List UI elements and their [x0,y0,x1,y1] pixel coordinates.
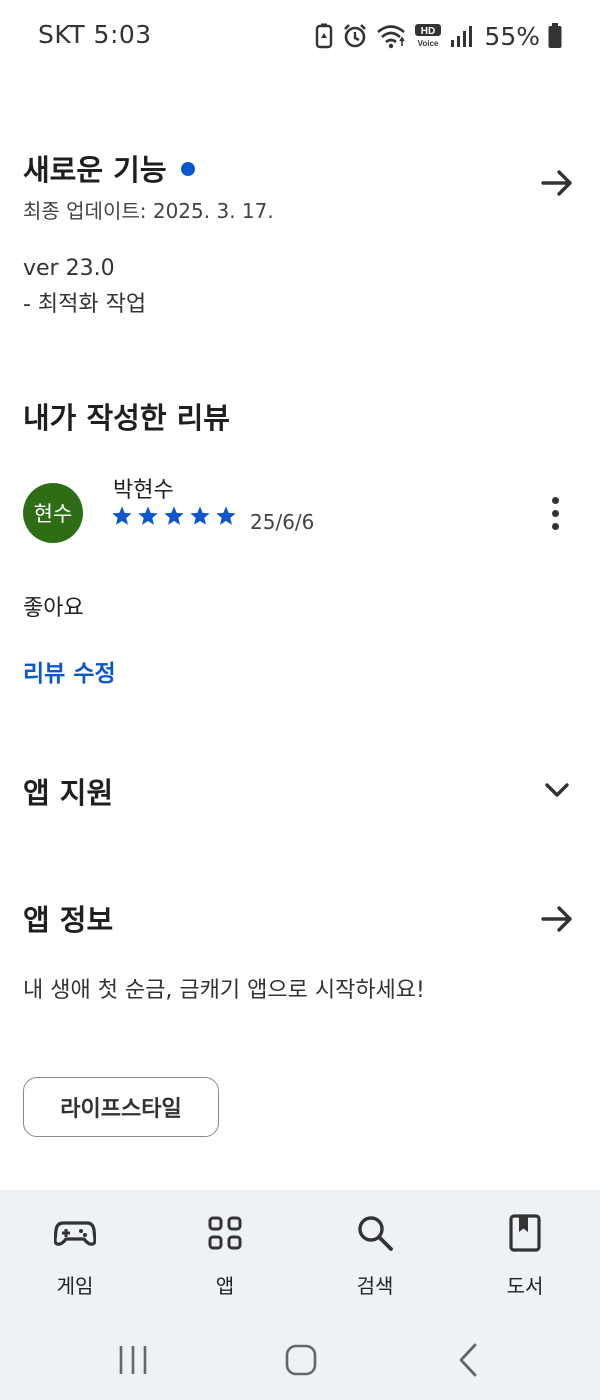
recent-apps-icon[interactable] [108,1338,158,1382]
nav-label-search: 검색 [356,1274,394,1298]
nav-item-search[interactable]: 검색 [320,1190,430,1320]
more-options-icon[interactable] [540,493,570,533]
version-text: ver 23.0 [23,256,115,281]
star-icon [164,506,184,525]
status-bar: SKT 5:03 HD Voice 55% [0,0,600,76]
search-icon [358,1216,393,1251]
arrow-right-icon[interactable] [537,899,577,939]
last-updated: 최종 업데이트: 2025. 3. 17. [23,199,274,223]
whats-new-title: 새로운 기능 [23,153,167,187]
book-icon [509,1214,541,1252]
nav-item-apps[interactable]: 앱 [170,1190,280,1320]
battery-icon [548,23,562,48]
app-info-title: 앱 정보 [23,903,114,937]
svg-text:Voice: Voice [418,39,439,48]
new-indicator-dot [180,162,195,176]
app-support-header[interactable]: 앱 지원 [23,770,577,814]
star-icon [138,506,158,525]
reviewer-name: 박현수 [113,478,174,503]
star-rating [111,505,237,527]
nav-label-games: 게임 [56,1274,94,1298]
review-text: 좋아요 [23,596,84,621]
app-info-header[interactable]: 앱 정보 [23,897,577,941]
arrow-right-icon[interactable] [537,163,577,203]
alarm-icon [344,24,367,48]
review-date: 25/6/6 [250,510,315,534]
wifi-icon [377,25,406,49]
system-navigation-bar [0,1320,600,1400]
back-icon[interactable] [444,1338,494,1382]
battery-saver-icon [316,23,333,49]
status-icons: HD Voice 55% [314,18,562,54]
whats-new-header[interactable]: 새로운 기능 최종 업데이트: 2025. 3. 17. [23,147,577,223]
edit-review-button[interactable]: 리뷰 수정 [23,654,116,688]
battery-percent: 55% [484,21,540,51]
star-icon [112,506,132,525]
update-note: - 최적화 작업 [23,292,147,317]
carrier-time: SKT 5:03 [38,20,152,49]
svg-text:HD: HD [421,26,435,37]
star-icon [190,506,210,525]
home-icon[interactable] [276,1338,326,1382]
hd-voice-icon: HD Voice [415,24,442,48]
nav-label-books: 도서 [506,1274,544,1298]
my-review-title: 내가 작성한 리뷰 [23,401,230,435]
nav-item-games[interactable]: 게임 [20,1190,130,1320]
star-icon [216,506,236,525]
app-support-title: 앱 지원 [23,776,114,810]
category-chip[interactable]: 라이프스타일 [23,1077,219,1137]
gamepad-icon [54,1221,96,1246]
apps-grid-icon [208,1216,242,1250]
nav-item-books[interactable]: 도서 [470,1190,580,1320]
app-description: 내 생애 첫 순금, 금캐기 앱으로 시작하세요! [23,978,425,1003]
bottom-navigation: 게임 앱 검색 도서 [0,1190,600,1320]
chevron-down-icon[interactable] [537,770,577,810]
avatar: 현수 [23,483,83,543]
signal-icon [451,26,473,47]
nav-label-apps: 앱 [215,1274,235,1298]
